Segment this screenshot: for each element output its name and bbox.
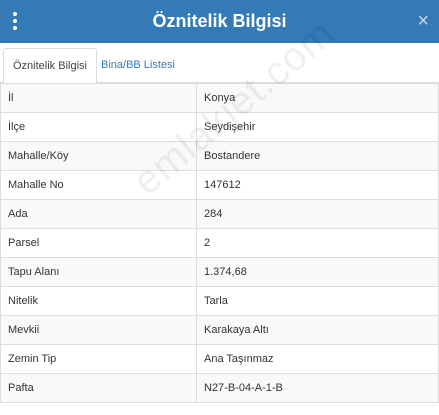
row-value: Bostandere: [196, 141, 439, 171]
row-value: 2: [196, 228, 439, 258]
table-row: Pafta N27-B-04-A-1-B: [0, 373, 439, 403]
table-row: Tapu Alanı 1.374,68: [0, 257, 439, 287]
row-key: İlçe: [0, 112, 197, 142]
row-key: Nitelik: [0, 286, 197, 316]
dialog-header: Öznitelik Bilgisi ×: [0, 0, 439, 43]
row-key: Pafta: [0, 373, 197, 403]
table-row: Mevkii Karakaya Altı: [0, 315, 439, 345]
tab-bina-bb-listesi[interactable]: Bina/BB Listesi: [92, 48, 184, 83]
attribute-table: İl Konya İlçe Seydişehir Mahalle/Köy Bostan…: [0, 83, 439, 403]
row-value: 1.374,68: [196, 257, 439, 287]
table-row: Parsel 2: [0, 228, 439, 258]
row-value: 147612: [196, 170, 439, 200]
row-key: Mevkii: [0, 315, 197, 345]
tab-oznitelik-bilgisi[interactable]: Öznitelik Bilgisi: [3, 48, 97, 84]
row-value: 284: [196, 199, 439, 229]
table-row: Mahalle No 147612: [0, 170, 439, 200]
row-key: Ada: [0, 199, 197, 229]
row-value: Tarla: [196, 286, 439, 316]
table-row: Nitelik Tarla: [0, 286, 439, 316]
row-key: Mahalle/Köy: [0, 141, 197, 171]
table-row: İlçe Seydişehir: [0, 112, 439, 142]
table-row: Ada 284: [0, 199, 439, 229]
row-value: Karakaya Altı: [196, 315, 439, 345]
dialog-title: Öznitelik Bilgisi: [152, 11, 287, 31]
table-row: Zemin Tip Ana Taşınmaz: [0, 344, 439, 374]
tab-bar: Öznitelik Bilgisi Bina/BB Listesi: [0, 43, 439, 84]
row-value: Ana Taşınmaz: [196, 344, 439, 374]
close-icon[interactable]: ×: [417, 8, 429, 34]
row-value: N27-B-04-A-1-B: [196, 373, 439, 403]
row-key: Parsel: [0, 228, 197, 258]
row-value: Konya: [196, 83, 439, 113]
row-key: Zemin Tip: [0, 344, 197, 374]
table-row: İl Konya: [0, 83, 439, 113]
table-row: Mahalle/Köy Bostandere: [0, 141, 439, 171]
row-key: Tapu Alanı: [0, 257, 197, 287]
row-key: İl: [0, 83, 197, 113]
row-value: Seydişehir: [196, 112, 439, 142]
row-key: Mahalle No: [0, 170, 197, 200]
